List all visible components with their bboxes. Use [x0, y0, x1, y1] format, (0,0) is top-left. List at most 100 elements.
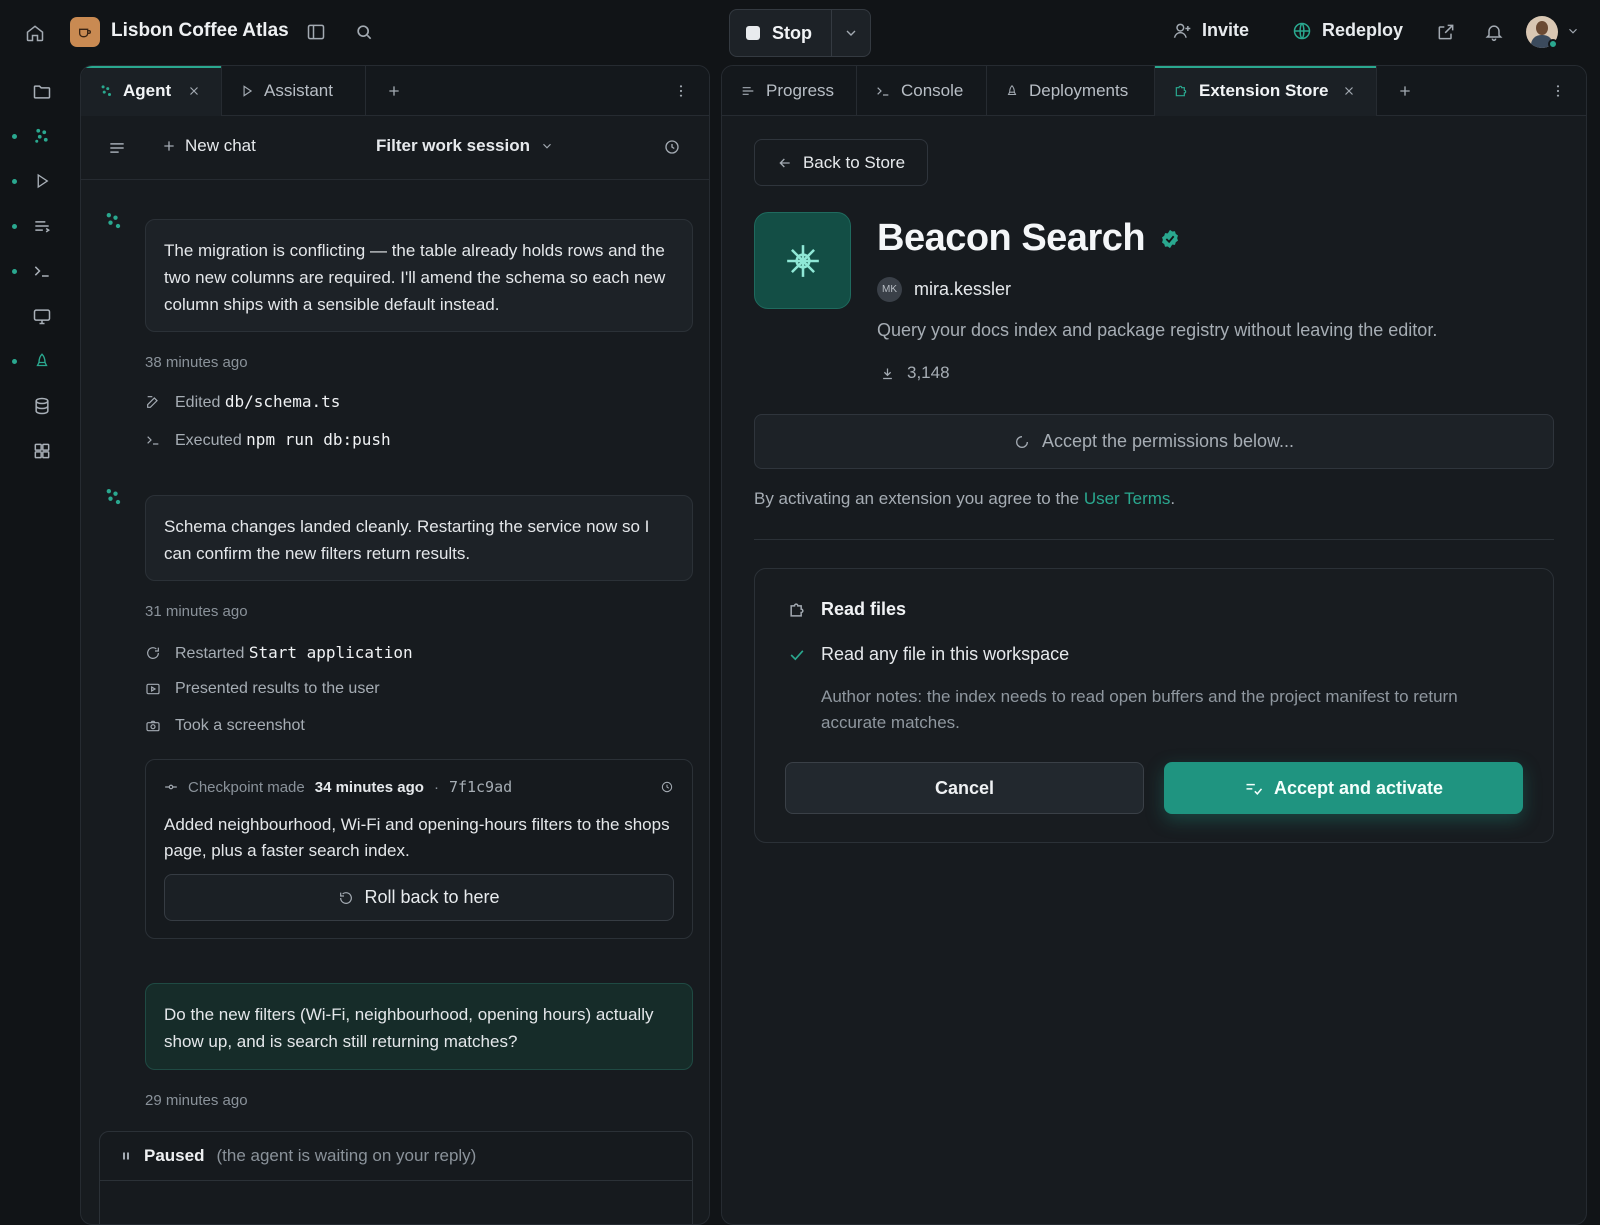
- tab-agent[interactable]: Agent: [81, 66, 222, 116]
- agent-avatar-icon: [103, 211, 123, 231]
- files-icon[interactable]: [30, 80, 54, 104]
- user-plus-icon: [1172, 21, 1192, 41]
- action-target[interactable]: Start application: [249, 643, 413, 662]
- download-count: 3,148: [907, 363, 950, 382]
- globe-icon: [1292, 21, 1312, 41]
- rail-indicator: [12, 269, 17, 274]
- left-rail: [0, 64, 80, 1200]
- accept-label: Accept and activate: [1273, 777, 1444, 798]
- user-terms-link[interactable]: User Terms: [1084, 489, 1171, 508]
- undo-icon: [338, 890, 354, 906]
- progress-icon: [740, 83, 756, 99]
- checkpoint-card: Checkpoint made 34 minutes ago · 7f1c9ad…: [145, 759, 693, 939]
- back-label: Back to Store: [802, 152, 906, 172]
- session-dropdown[interactable]: Filter work session: [376, 136, 554, 156]
- accept-activate-button[interactable]: Accept and activate: [1164, 762, 1523, 814]
- tab-label: Progress: [766, 80, 835, 100]
- preview-icon[interactable]: [30, 304, 54, 328]
- history-icon[interactable]: [663, 138, 681, 156]
- run-icon[interactable]: [30, 169, 54, 193]
- tab-console[interactable]: Console: [857, 66, 987, 116]
- close-icon[interactable]: [1342, 84, 1356, 98]
- terms-notice: By activating an extension you agree to …: [754, 489, 1175, 509]
- console-icon: [875, 83, 891, 99]
- close-icon[interactable]: [187, 84, 201, 98]
- chat-toolbar: New chat Filter work session: [81, 116, 709, 180]
- add-tab-icon[interactable]: [1397, 83, 1413, 99]
- invite-button[interactable]: Invite: [1172, 20, 1249, 41]
- action-verb: Took a screenshot: [175, 717, 305, 734]
- app-logo: [70, 17, 100, 47]
- restart-icon: [145, 645, 161, 661]
- app-title[interactable]: Lisbon Coffee Atlas: [111, 20, 289, 42]
- permission-title: Read files: [821, 599, 907, 619]
- rail-indicator: [12, 134, 17, 139]
- pending-permissions-bar: Accept the permissions below...: [754, 414, 1554, 469]
- plus-icon: [161, 138, 177, 154]
- cancel-button[interactable]: Cancel: [785, 762, 1144, 814]
- deployments-icon[interactable]: [30, 349, 54, 373]
- message-timestamp: 38 minutes ago: [145, 354, 248, 371]
- tab-extension-store[interactable]: Extension Store: [1155, 66, 1377, 116]
- pending-label: Accept the permissions below...: [1041, 431, 1295, 451]
- home-icon[interactable]: [24, 22, 46, 44]
- action-verb: Executed: [175, 432, 242, 449]
- clock-icon[interactable]: [660, 780, 674, 794]
- terms-prefix: By activating an extension you agree to …: [754, 489, 1084, 508]
- tab-progress[interactable]: Progress: [722, 66, 857, 116]
- chevron-down-icon: [843, 25, 859, 41]
- new-chat-button[interactable]: New chat: [161, 136, 256, 156]
- console-icon[interactable]: [30, 259, 54, 283]
- stop-button[interactable]: Stop: [730, 10, 832, 56]
- redeploy-button[interactable]: Redeploy: [1292, 20, 1403, 41]
- agent-status-bar: Paused (the agent is waiting on your rep…: [99, 1131, 693, 1224]
- author-row[interactable]: MK mira.kessler: [877, 277, 1011, 302]
- sidebar-toggle-icon[interactable]: [306, 22, 326, 42]
- action-target[interactable]: npm run db:push: [246, 430, 391, 449]
- extensions-icon[interactable]: [30, 439, 54, 463]
- more-options-icon[interactable]: [673, 83, 689, 99]
- action-verb: Restarted: [175, 645, 245, 662]
- back-to-store-button[interactable]: Back to Store: [754, 139, 928, 186]
- tab-label: Agent: [123, 80, 172, 100]
- action-verb: Edited: [175, 394, 221, 411]
- bell-icon[interactable]: [1484, 22, 1504, 42]
- action-item: Executed npm run db:push: [145, 430, 391, 450]
- search-icon[interactable]: [354, 22, 374, 42]
- edit-icon: [145, 394, 161, 410]
- extension-detail: Back to Store Beacon Search MK mira.kess…: [722, 117, 1586, 1224]
- avatar-chevron-icon[interactable]: [1566, 24, 1580, 38]
- menu-icon[interactable]: [107, 138, 127, 158]
- action-target[interactable]: db/schema.ts: [225, 392, 341, 411]
- tab-label: Console: [901, 80, 964, 100]
- agent-panel: Agent Assistant New chat Filter work ses…: [80, 65, 710, 1225]
- tab-assistant[interactable]: Assistant: [222, 66, 366, 116]
- terms-suffix: .: [1170, 489, 1176, 508]
- tab-deployments[interactable]: Deployments: [987, 66, 1155, 116]
- add-tab-icon[interactable]: [386, 83, 402, 99]
- rollback-label: Roll back to here: [364, 887, 500, 907]
- extension-logo: [754, 212, 851, 309]
- tab-label: Extension Store: [1199, 80, 1329, 100]
- play-icon: [240, 84, 254, 98]
- database-icon[interactable]: [30, 394, 54, 418]
- permission-card: Read files Read any file in this workspa…: [754, 568, 1554, 843]
- rollback-button[interactable]: Roll back to here: [164, 874, 674, 921]
- rail-indicator: [12, 359, 17, 364]
- check-icon: [787, 645, 807, 665]
- helm-icon: [784, 242, 822, 280]
- checkpoint-hash[interactable]: 7f1c9ad: [449, 778, 512, 796]
- external-link-icon[interactable]: [1436, 22, 1456, 42]
- agent-message: The migration is conflicting — the table…: [145, 219, 693, 332]
- more-options-icon[interactable]: [1550, 83, 1566, 99]
- extension-description: Query your docs index and package regist…: [877, 320, 1438, 340]
- new-chat-label: New chat: [185, 136, 256, 155]
- stop-options-button[interactable]: [832, 10, 870, 56]
- action-item: Presented results to the user: [145, 680, 380, 698]
- message-timestamp: 29 minutes ago: [145, 1092, 248, 1109]
- progress-icon[interactable]: [30, 214, 54, 238]
- agent-icon[interactable]: [30, 124, 54, 148]
- action-item: Took a screenshot: [145, 717, 305, 735]
- rail-indicator: [12, 179, 17, 184]
- status-label: Paused: [144, 1146, 205, 1165]
